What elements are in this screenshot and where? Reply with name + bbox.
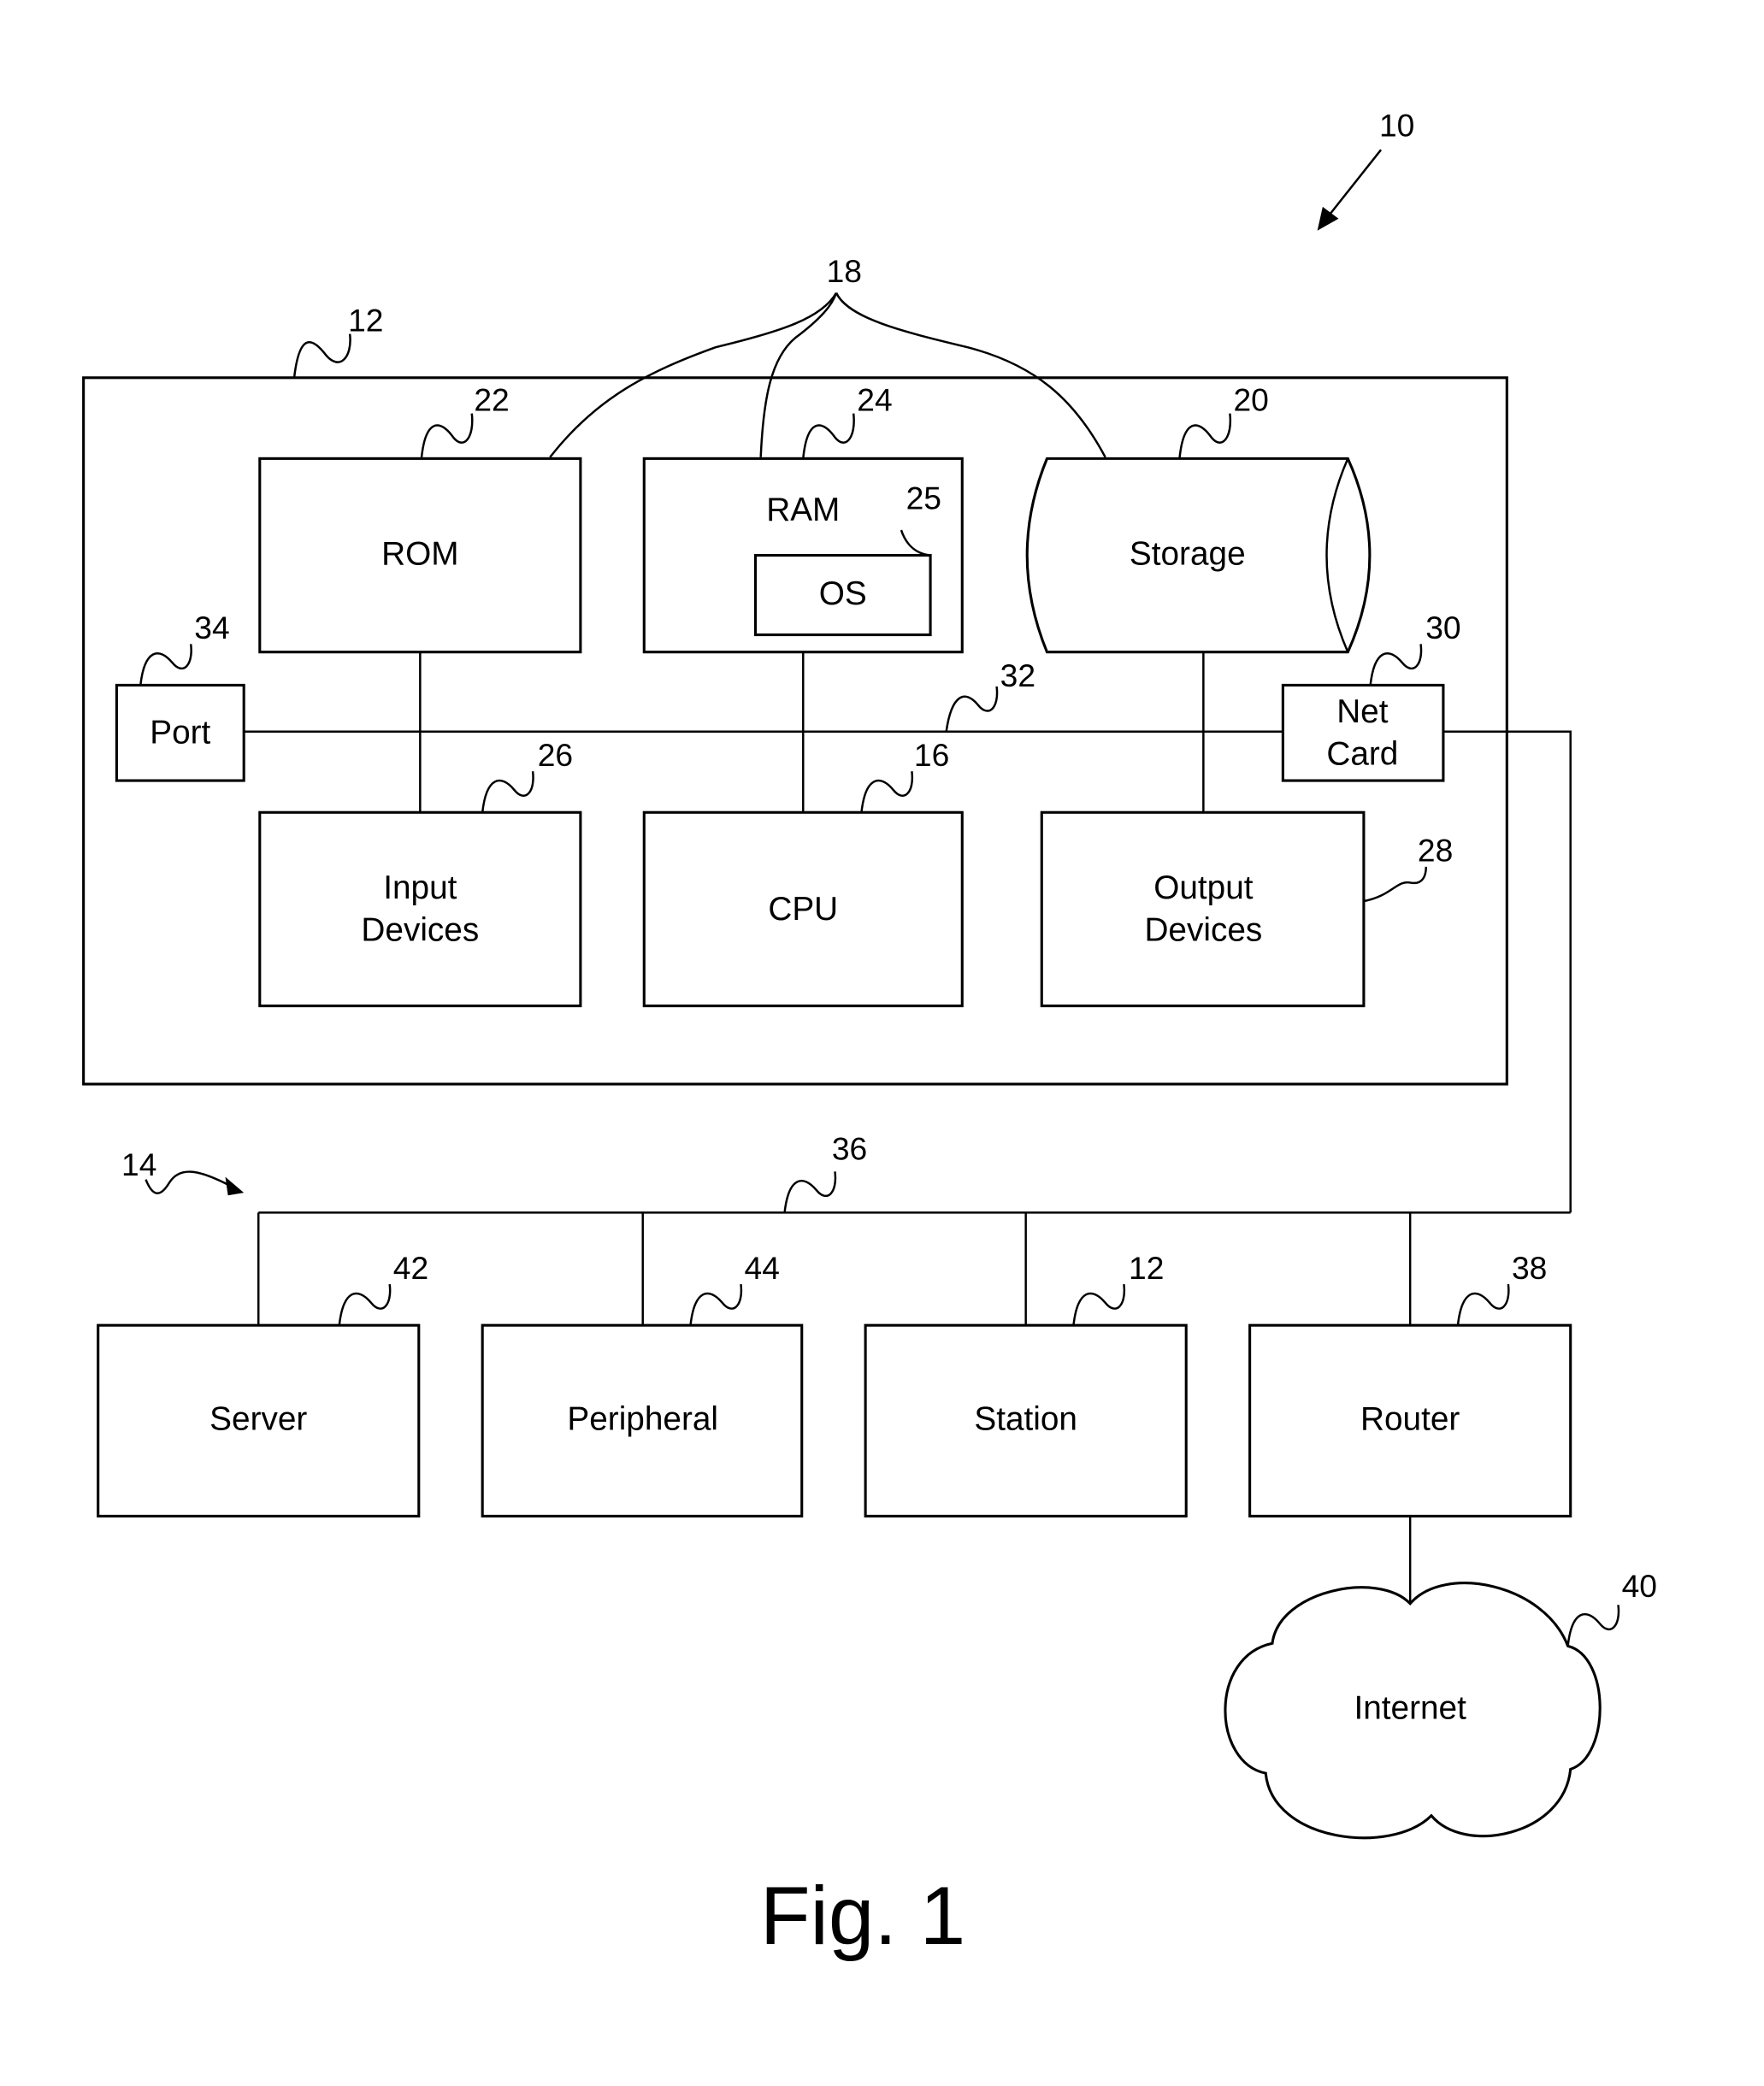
output-devices-label-line2: Devices [1144, 912, 1262, 949]
leader-12 [292, 333, 351, 378]
ref-label-12-station: 12 [1129, 1250, 1164, 1286]
input-devices-label-line1: Input [383, 869, 457, 906]
system-reference: 10 [1317, 108, 1414, 231]
network-reference: 14 [121, 1146, 245, 1196]
router-label: Router [1360, 1401, 1460, 1438]
leader-12-station [1072, 1283, 1126, 1326]
internet-node: Internet 40 [1224, 1568, 1657, 1840]
storage-label: Storage [1130, 535, 1246, 572]
ref-label-36: 36 [832, 1130, 867, 1166]
ref-label-26: 26 [538, 737, 573, 773]
ref-label-40: 40 [1622, 1568, 1657, 1604]
ref-label-20: 20 [1233, 382, 1268, 418]
net-card-label-line1: Net [1336, 693, 1389, 730]
ref-label-22: 22 [474, 382, 509, 418]
ref-label-25: 25 [906, 480, 941, 516]
rom-label: ROM [381, 535, 458, 572]
ref-label-16: 16 [914, 737, 949, 773]
ref-label-24: 24 [857, 382, 892, 418]
ref-label-10: 10 [1379, 108, 1414, 144]
internet-label: Internet [1354, 1690, 1466, 1727]
output-devices-label-line1: Output [1153, 869, 1254, 906]
port-label: Port [150, 715, 210, 751]
ram-label: RAM [766, 492, 840, 528]
leader-44 [689, 1283, 743, 1326]
ref-label-44: 44 [745, 1250, 780, 1286]
ref-label-28: 28 [1418, 833, 1453, 869]
ref-label-30: 30 [1425, 610, 1460, 645]
leader-40 [1566, 1605, 1620, 1647]
arrow-head-icon [1317, 206, 1339, 231]
net-card-label-line2: Card [1326, 735, 1398, 772]
ref-label-18: 18 [827, 253, 862, 289]
output-devices-box [1040, 810, 1366, 1008]
leader-42 [338, 1283, 392, 1326]
ref-label-42: 42 [393, 1250, 428, 1286]
system-diagram: 10 12 18 ROM 22 RAM 24 OS 25 Storage 20 [82, 108, 1657, 1962]
ref-label-34: 34 [194, 610, 229, 645]
server-label: Server [209, 1401, 307, 1438]
ref-label-14: 14 [121, 1146, 156, 1182]
leader-38 [1456, 1283, 1510, 1326]
ref-label-38: 38 [1512, 1250, 1547, 1286]
ref-label-12: 12 [348, 303, 383, 339]
figure-caption: Fig. 1 [760, 1871, 965, 1962]
station-label: Station [974, 1401, 1077, 1438]
ref-label-32: 32 [1000, 657, 1035, 693]
server-node: Server 42 [97, 1250, 428, 1517]
network-leader [145, 1170, 234, 1194]
arrow-line [1324, 149, 1383, 221]
leader-36 [783, 1171, 837, 1213]
input-devices-box [258, 810, 582, 1008]
os-label: OS [819, 575, 867, 612]
peripheral-label: Peripheral [567, 1401, 718, 1438]
cpu-label: CPU [768, 891, 838, 928]
input-devices-label-line2: Devices [361, 912, 479, 949]
network-arrow-head-icon [225, 1176, 245, 1196]
